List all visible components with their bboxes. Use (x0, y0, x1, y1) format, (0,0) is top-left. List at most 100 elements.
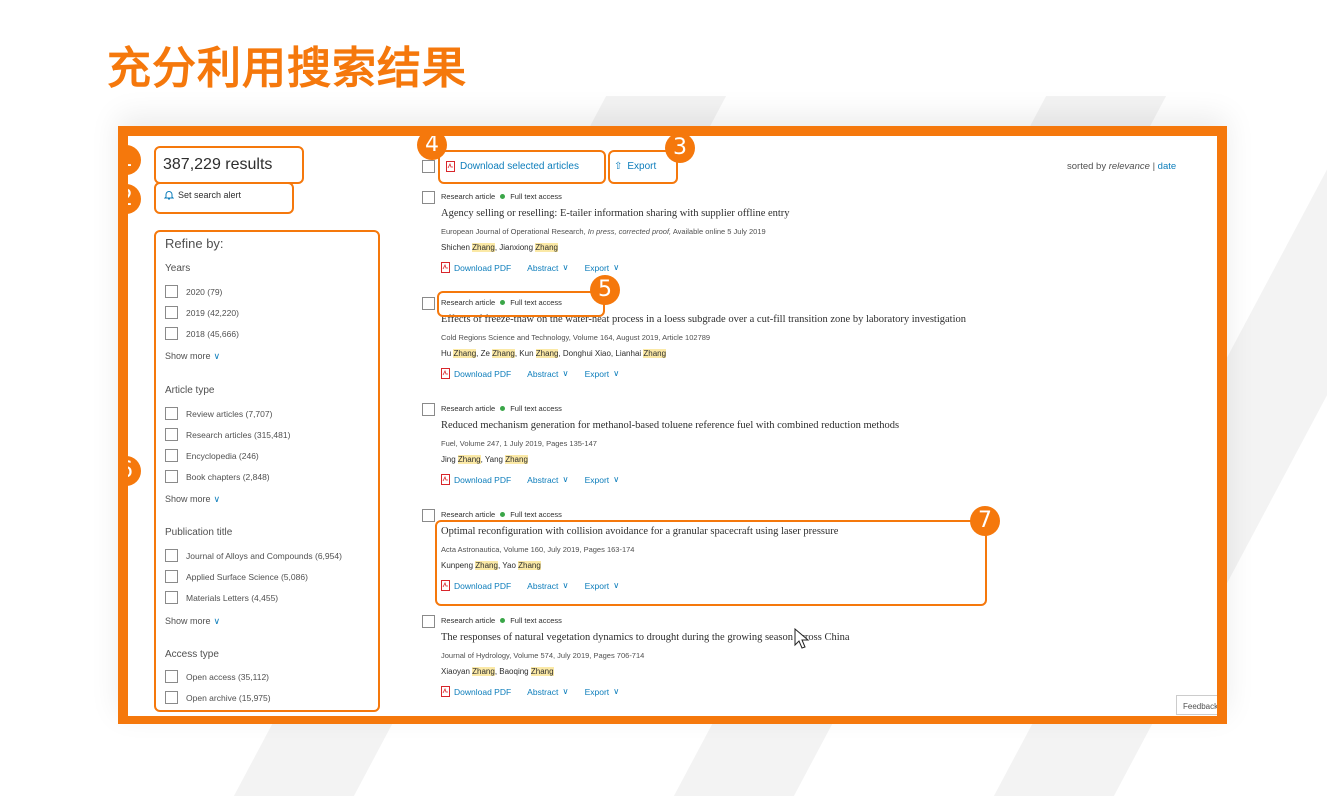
article-checkbox[interactable] (422, 509, 435, 522)
abstract-toggle[interactable]: Abstract ∨ (527, 474, 568, 485)
author-text: , Yang (480, 455, 506, 464)
export-link[interactable]: Export ∨ (585, 474, 620, 485)
download-pdf-label: Download PDF (454, 474, 512, 485)
author-text: , Baoqing (494, 667, 531, 676)
author-highlight: Zhang (453, 349, 477, 358)
access-label: Full text access (510, 192, 562, 201)
article-title-link[interactable]: Agency selling or reselling: E-tailer in… (441, 208, 790, 219)
abstract-toggle[interactable]: Abstract ∨ (527, 686, 568, 697)
article-type-tag: Research article Full text access (441, 404, 562, 413)
pdf-icon (441, 368, 450, 379)
article-actions: Download PDF Abstract ∨ Export ∨ (441, 686, 619, 697)
author-text: , Ze (476, 349, 493, 358)
callout-badge: 1 (128, 145, 141, 175)
article-actions: Download PDF Abstract ∨ Export ∨ (441, 262, 619, 273)
slide-title: 充分利用搜索结果 (107, 43, 467, 94)
sort-relevance[interactable]: relevance (1109, 161, 1150, 172)
sort-date-link[interactable]: date (1158, 161, 1177, 172)
download-pdf-link[interactable]: Download PDF (441, 474, 511, 485)
article-authors: Xiaoyan Zhang, Baoqing Zhang (441, 667, 554, 676)
article-authors: Jing Zhang, Yang Zhang (441, 455, 528, 464)
highlight-search-alert (154, 182, 294, 214)
sort-controls: sorted by relevance | date (1067, 161, 1176, 172)
export-link[interactable]: Export ∨ (585, 262, 620, 273)
abstract-label: Abstract (527, 262, 559, 273)
abstract-label: Abstract (527, 368, 559, 379)
article-source: European Journal of Operational Research… (441, 227, 766, 236)
export-label: Export (584, 368, 610, 379)
select-all-checkbox[interactable] (422, 160, 435, 173)
chevron-down-icon: ∨ (562, 474, 569, 484)
author-text: , Jianxiong (494, 243, 536, 252)
author-text: Shichen (441, 243, 473, 252)
article-actions: Download PDF Abstract ∨ Export ∨ (441, 474, 619, 485)
article-source: Cold Regions Science and Technology, Vol… (441, 333, 711, 342)
article-type-tag: Research article Full text access (441, 192, 562, 201)
author-text: , Donghui Xiao, Lianhai (558, 349, 644, 358)
article-type: Research article (441, 192, 496, 201)
mouse-cursor-icon (794, 628, 810, 649)
article-checkbox[interactable] (422, 297, 435, 310)
download-pdf-link[interactable]: Download PDF (441, 686, 511, 697)
download-pdf-link[interactable]: Download PDF (441, 368, 511, 379)
export-link[interactable]: Export ∨ (585, 368, 620, 379)
author-highlight: Zhang (472, 243, 495, 252)
article-checkbox[interactable] (422, 191, 435, 204)
chevron-down-icon: ∨ (562, 262, 569, 272)
access-dot-icon (500, 406, 506, 411)
chevron-down-icon: ∨ (613, 686, 620, 696)
export-label: Export (584, 262, 610, 273)
feedback-button[interactable]: Feedback (1176, 695, 1217, 715)
sort-separator: | (1152, 161, 1156, 172)
author-highlight: Zhang (457, 455, 481, 464)
author-highlight: Zhang (530, 667, 554, 676)
article-type: Research article (441, 404, 496, 413)
source-text: European Journal of Operational Research… (441, 227, 586, 236)
abstract-label: Abstract (527, 686, 559, 697)
download-pdf-label: Download PDF (454, 686, 512, 697)
export-label: Export (584, 686, 610, 697)
search-results-screenshot: 387,229 results Set search alert Refine … (128, 136, 1217, 716)
chevron-down-icon: ∨ (613, 474, 620, 484)
callout-badge: 2 (128, 184, 141, 214)
article-checkbox[interactable] (422, 403, 435, 416)
highlight-download-selected (438, 150, 606, 184)
author-highlight: Zhang (505, 455, 528, 464)
chevron-down-icon: ∨ (613, 368, 620, 378)
sorted-by-label: sorted by (1067, 161, 1107, 172)
highlight-article-record (435, 520, 987, 606)
access-dot-icon (500, 512, 506, 517)
author-highlight: Zhang (535, 243, 558, 252)
callout-badge: 3 (665, 136, 695, 163)
article-source: Fuel, Volume 247, 1 July 2019, Pages 135… (441, 439, 597, 448)
access-label: Full text access (510, 404, 562, 413)
article-authors: Hu Zhang, Ze Zhang, Kun Zhang, Donghui X… (441, 349, 667, 358)
author-text: Jing (441, 455, 458, 464)
article-type: Research article (441, 510, 496, 519)
download-pdf-link[interactable]: Download PDF (441, 262, 511, 273)
author-highlight: Zhang (492, 349, 515, 358)
export-link[interactable]: Export ∨ (585, 686, 620, 697)
article-checkbox[interactable] (422, 615, 435, 628)
export-label: Export (584, 474, 610, 485)
author-text: Xiaoyan (441, 667, 473, 676)
highlight-results-count (154, 146, 304, 184)
author-highlight: Zhang (472, 667, 495, 676)
callout-badge: 5 (590, 275, 620, 305)
article-type-tag: Research article Full text access (441, 510, 562, 519)
pdf-icon (441, 686, 450, 697)
article-source: Journal of Hydrology, Volume 574, July 2… (441, 651, 645, 660)
author-text: , Kun (514, 349, 536, 358)
author-highlight: Zhang (643, 349, 667, 358)
access-label: Full text access (510, 616, 562, 625)
highlight-access-tag (437, 291, 605, 317)
article-title-link[interactable]: Reduced mechanism generation for methano… (441, 420, 899, 431)
download-pdf-label: Download PDF (454, 262, 512, 273)
pdf-icon (441, 474, 450, 485)
abstract-toggle[interactable]: Abstract ∨ (527, 368, 568, 379)
abstract-toggle[interactable]: Abstract ∨ (527, 262, 568, 273)
pdf-icon (441, 262, 450, 273)
article-title-link[interactable]: The responses of natural vegetation dyna… (441, 632, 850, 643)
author-text: Hu (441, 349, 454, 358)
highlight-refine-panel (154, 230, 380, 712)
